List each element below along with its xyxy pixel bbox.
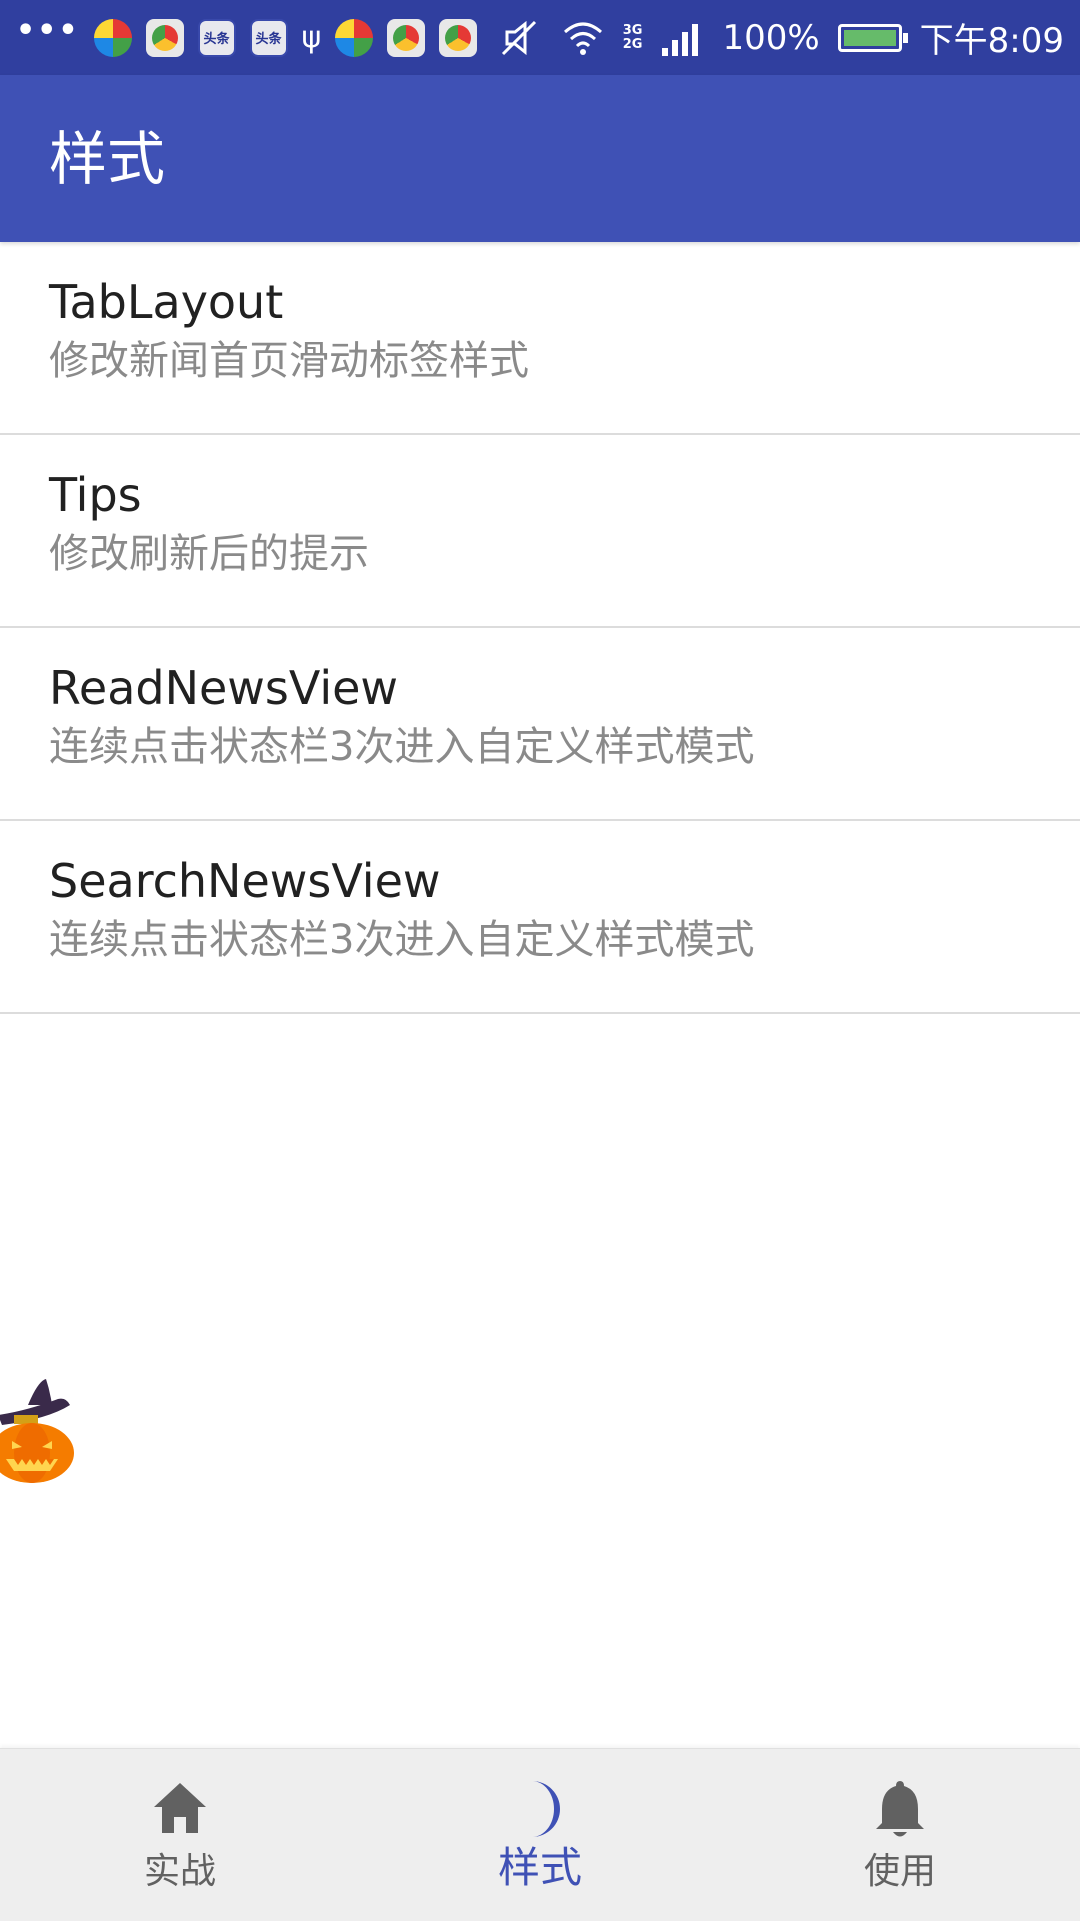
battery-icon xyxy=(837,23,908,52)
page-title: 样式 xyxy=(49,125,166,193)
usb-icon: ψ xyxy=(301,20,322,55)
mute-icon xyxy=(501,20,536,55)
notification-icons: ••• 头条 头条 ψ xyxy=(16,0,478,75)
bell-icon xyxy=(876,1781,924,1837)
toutiao-icon: 头条 xyxy=(249,18,288,57)
browser-icon xyxy=(439,18,478,57)
nav-item-usage[interactable]: 使用 xyxy=(720,1749,1080,1921)
list-item-description: 修改新闻首页滑动标签样式 xyxy=(49,338,529,384)
list-item-title: TabLayout xyxy=(49,275,284,329)
signal-icon xyxy=(662,23,699,56)
browser-icon xyxy=(387,18,426,57)
battery-percent: 100% xyxy=(722,17,820,58)
nav-item-style[interactable]: 样式 xyxy=(360,1749,720,1921)
app-bar: 样式 xyxy=(0,75,1080,242)
moon-icon xyxy=(532,1781,560,1837)
list-item-searchnewsview[interactable]: SearchNewsView 连续点击状态栏3次进入自定义样式模式 xyxy=(0,821,1080,1014)
list-item-description: 修改刷新后的提示 xyxy=(49,531,369,577)
network-2g: 2G xyxy=(622,36,643,52)
nav-label: 样式 xyxy=(497,1843,582,1892)
style-list: TabLayout 修改新闻首页滑动标签样式 Tips 修改刷新后的提示 Rea… xyxy=(0,242,1080,1014)
browser-icon xyxy=(145,18,184,57)
list-item-description: 连续点击状态栏3次进入自定义样式模式 xyxy=(49,917,755,963)
battery-level xyxy=(843,29,896,46)
nav-label: 实战 xyxy=(143,1851,216,1892)
pumpkin-float-icon[interactable] xyxy=(0,1375,84,1485)
list-item-readnewsview[interactable]: ReadNewsView 连续点击状态栏3次进入自定义样式模式 xyxy=(0,628,1080,821)
clock: 下午8:09 xyxy=(919,21,1064,61)
network-type: 3G 2G xyxy=(622,22,643,52)
more-icon: ••• xyxy=(16,12,80,48)
list-item-tablayout[interactable]: TabLayout 修改新闻首页滑动标签样式 xyxy=(0,242,1080,435)
list-item-title: Tips xyxy=(49,468,142,522)
bottom-navigation: 实战 样式 使用 xyxy=(0,1748,1080,1921)
home-icon xyxy=(154,1783,206,1833)
system-status: 3G 2G 100% 下午8:09 xyxy=(499,0,1064,75)
wifi-icon xyxy=(563,22,602,55)
app-icon xyxy=(93,18,132,57)
list-item-description: 连续点击状态栏3次进入自定义样式模式 xyxy=(49,724,755,770)
nav-label: 使用 xyxy=(863,1851,936,1892)
status-bar[interactable]: ••• 头条 头条 ψ 3G 2G 100% 下午8:09 xyxy=(0,0,1080,75)
toutiao-icon: 头条 xyxy=(197,18,236,57)
nav-item-practice[interactable]: 实战 xyxy=(0,1749,360,1921)
list-item-title: SearchNewsView xyxy=(49,854,441,908)
list-item-title: ReadNewsView xyxy=(49,661,399,715)
network-3g: 3G xyxy=(622,22,643,38)
list-item-tips[interactable]: Tips 修改刷新后的提示 xyxy=(0,435,1080,628)
app-icon xyxy=(335,18,374,57)
